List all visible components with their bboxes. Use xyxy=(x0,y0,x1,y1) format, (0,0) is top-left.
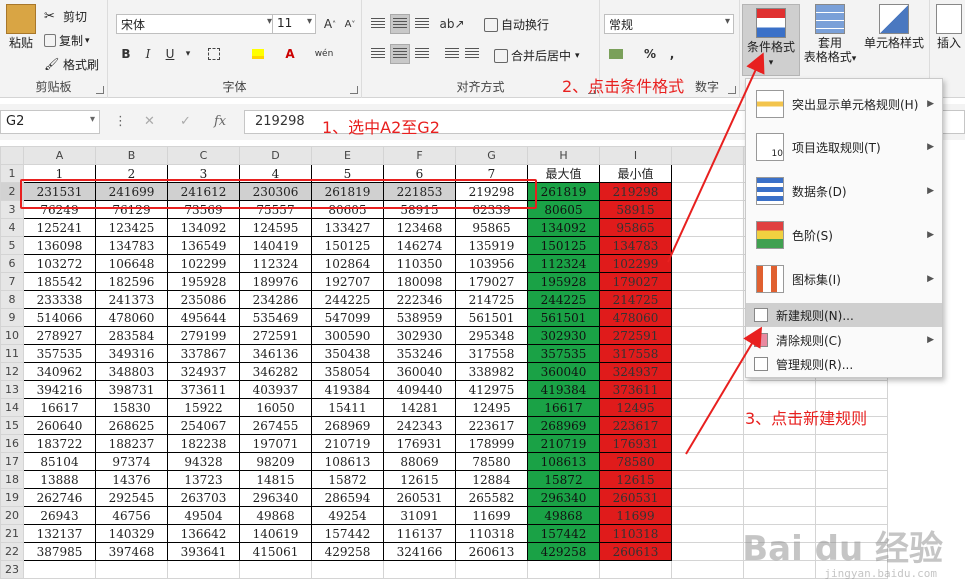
arrow-to-conditional-formatting xyxy=(667,52,765,263)
baidu-watermark: Bai du 经验 xyxy=(742,529,943,569)
baidu-watermark-url: jingyan.baidu.com xyxy=(824,567,937,580)
arrow-to-new-rule xyxy=(685,326,763,455)
annotation-arrows xyxy=(667,52,765,455)
